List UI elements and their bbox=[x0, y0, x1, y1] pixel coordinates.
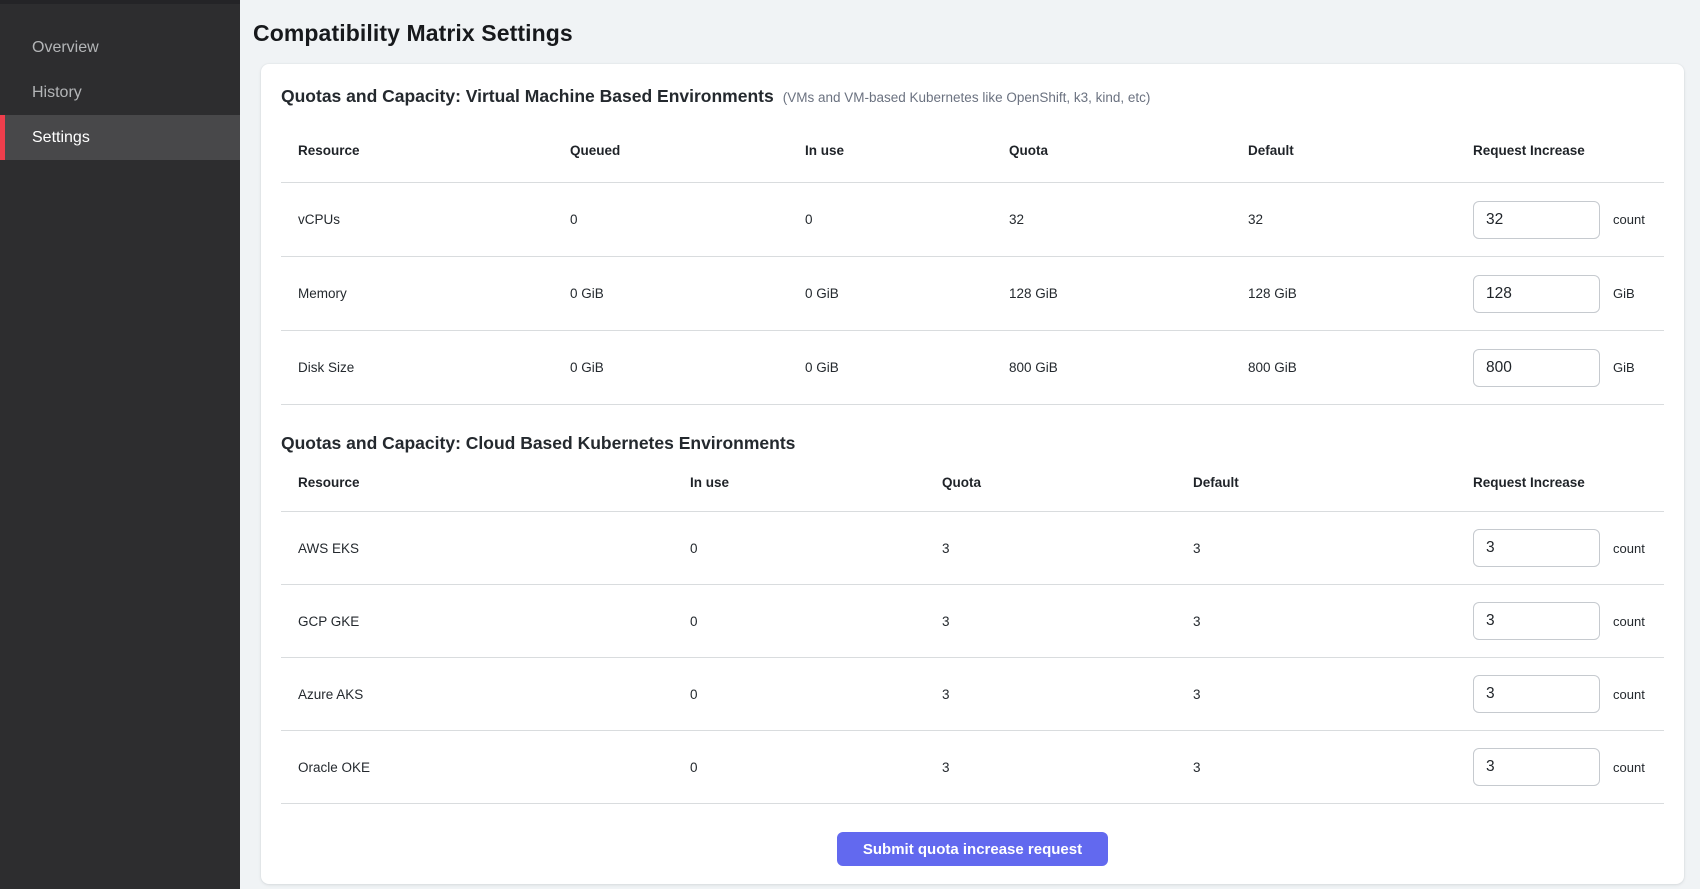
in-use-value: 0 bbox=[673, 541, 925, 556]
quota-value: 128 GiB bbox=[992, 286, 1231, 301]
resource-label: vCPUs bbox=[281, 212, 553, 227]
oracle-oke-request-increase-input[interactable] bbox=[1473, 748, 1600, 786]
quota-value: 3 bbox=[925, 760, 1176, 775]
quota-value: 800 GiB bbox=[992, 360, 1231, 375]
table-row-disk-size: Disk Size 0 GiB 0 GiB 800 GiB 800 GiB Gi… bbox=[281, 331, 1664, 405]
unit-label: count bbox=[1613, 541, 1645, 556]
resource-label: Oracle OKE bbox=[281, 760, 673, 775]
in-use-value: 0 bbox=[673, 760, 925, 775]
column-header-resource: Resource bbox=[281, 475, 673, 490]
table-row-memory: Memory 0 GiB 0 GiB 128 GiB 128 GiB GiB bbox=[281, 257, 1664, 331]
in-use-value: 0 bbox=[673, 614, 925, 629]
vm-section-subtitle: (VMs and VM-based Kubernetes like OpenSh… bbox=[783, 90, 1151, 105]
quota-value: 3 bbox=[925, 541, 1176, 556]
queued-value: 0 GiB bbox=[553, 360, 788, 375]
in-use-value: 0 GiB bbox=[788, 286, 992, 301]
vm-section-title: Quotas and Capacity: Virtual Machine Bas… bbox=[281, 86, 774, 107]
disk-size-request-increase-input[interactable] bbox=[1473, 349, 1600, 387]
queued-value: 0 GiB bbox=[553, 286, 788, 301]
unit-label: count bbox=[1613, 687, 1645, 702]
unit-label: GiB bbox=[1613, 286, 1635, 301]
gcp-gke-request-increase-input[interactable] bbox=[1473, 602, 1600, 640]
in-use-value: 0 bbox=[788, 212, 992, 227]
sidebar-item-history[interactable]: History bbox=[0, 70, 240, 115]
memory-request-increase-input[interactable] bbox=[1473, 275, 1600, 313]
column-header-in-use: In use bbox=[788, 143, 992, 158]
table-row-vcpus: vCPUs 0 0 32 32 count bbox=[281, 183, 1664, 257]
table-row-azure-aks: Azure AKS 0 3 3 count bbox=[281, 658, 1664, 731]
default-value: 3 bbox=[1176, 687, 1473, 702]
default-value: 3 bbox=[1176, 614, 1473, 629]
page-title: Compatibility Matrix Settings bbox=[253, 20, 1684, 47]
vm-table-header-row: Resource Queued In use Quota Default Req… bbox=[281, 107, 1664, 183]
resource-label: GCP GKE bbox=[281, 614, 673, 629]
default-value: 128 GiB bbox=[1231, 286, 1473, 301]
card-footer: Submit quota increase request bbox=[281, 804, 1664, 866]
sidebar: Overview History Settings bbox=[0, 0, 240, 889]
column-header-in-use: In use bbox=[673, 475, 925, 490]
default-value: 32 bbox=[1231, 212, 1473, 227]
unit-label: count bbox=[1613, 760, 1645, 775]
quota-value: 3 bbox=[925, 687, 1176, 702]
column-header-resource: Resource bbox=[281, 143, 553, 158]
default-value: 800 GiB bbox=[1231, 360, 1473, 375]
sidebar-item-overview[interactable]: Overview bbox=[0, 25, 240, 70]
column-header-default: Default bbox=[1176, 475, 1473, 490]
column-header-request-increase: Request Increase bbox=[1473, 143, 1664, 158]
main-content: Compatibility Matrix Settings Quotas and… bbox=[240, 0, 1700, 889]
table-row-gcp-gke: GCP GKE 0 3 3 count bbox=[281, 585, 1664, 658]
resource-label: Disk Size bbox=[281, 360, 553, 375]
cloud-section-header: Quotas and Capacity: Cloud Based Kuberne… bbox=[281, 407, 1664, 454]
vm-quota-table: Resource Queued In use Quota Default Req… bbox=[281, 107, 1664, 405]
vcpus-request-increase-input[interactable] bbox=[1473, 201, 1600, 239]
in-use-value: 0 bbox=[673, 687, 925, 702]
in-use-value: 0 GiB bbox=[788, 360, 992, 375]
default-value: 3 bbox=[1176, 760, 1473, 775]
vm-section-header: Quotas and Capacity: Virtual Machine Bas… bbox=[281, 86, 1664, 107]
quota-value: 32 bbox=[992, 212, 1231, 227]
table-row-oracle-oke: Oracle OKE 0 3 3 count bbox=[281, 731, 1664, 804]
column-header-queued: Queued bbox=[553, 143, 788, 158]
default-value: 3 bbox=[1176, 541, 1473, 556]
unit-label: count bbox=[1613, 614, 1645, 629]
resource-label: Memory bbox=[281, 286, 553, 301]
azure-aks-request-increase-input[interactable] bbox=[1473, 675, 1600, 713]
aws-eks-request-increase-input[interactable] bbox=[1473, 529, 1600, 567]
cloud-section-title: Quotas and Capacity: Cloud Based Kuberne… bbox=[281, 433, 795, 454]
resource-label: AWS EKS bbox=[281, 541, 673, 556]
quotas-card: Quotas and Capacity: Virtual Machine Bas… bbox=[261, 64, 1684, 884]
column-header-quota: Quota bbox=[992, 143, 1231, 158]
column-header-quota: Quota bbox=[925, 475, 1176, 490]
resource-label: Azure AKS bbox=[281, 687, 673, 702]
unit-label: GiB bbox=[1613, 360, 1635, 375]
cloud-quota-table: Resource In use Quota Default Request In… bbox=[281, 454, 1664, 804]
table-row-aws-eks: AWS EKS 0 3 3 count bbox=[281, 512, 1664, 585]
column-header-default: Default bbox=[1231, 143, 1473, 158]
cloud-table-header-row: Resource In use Quota Default Request In… bbox=[281, 454, 1664, 512]
queued-value: 0 bbox=[553, 212, 788, 227]
sidebar-item-settings[interactable]: Settings bbox=[0, 115, 240, 160]
unit-label: count bbox=[1613, 212, 1645, 227]
quota-value: 3 bbox=[925, 614, 1176, 629]
submit-quota-increase-button[interactable]: Submit quota increase request bbox=[837, 832, 1108, 866]
column-header-request-increase: Request Increase bbox=[1473, 475, 1664, 490]
